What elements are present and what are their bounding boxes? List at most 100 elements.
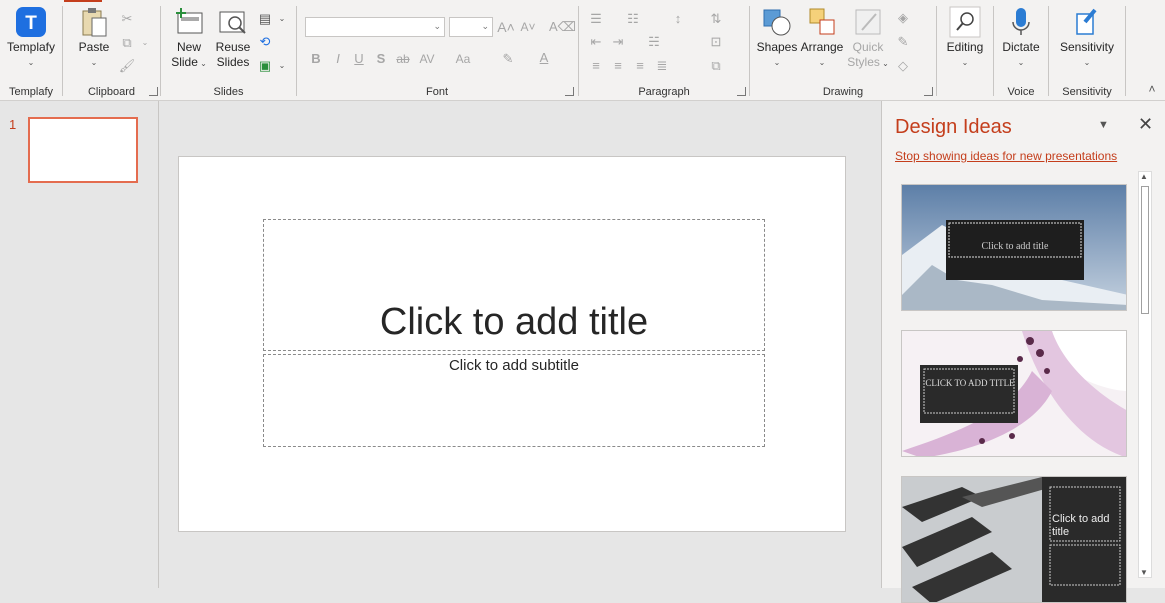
decrease-indent-icon[interactable]: ⇤ — [587, 33, 605, 51]
clipboard-launcher-icon[interactable] — [149, 87, 158, 96]
group-label-font: Font — [425, 86, 448, 98]
underline-button[interactable]: U — [350, 50, 368, 68]
increase-indent-icon[interactable]: ⇥ — [609, 33, 627, 51]
paragraph-launcher-icon[interactable] — [737, 87, 746, 96]
drawing-group: Shapes ⌄ Arrange ⌄ Quick Styles ⌄ ◈ ✎ ◇ … — [750, 0, 936, 100]
search-icon — [949, 6, 981, 38]
strikethrough-button[interactable]: ab — [394, 50, 412, 68]
paste-icon — [78, 6, 110, 38]
rowing-oars-image — [902, 477, 1126, 602]
design-idea-3[interactable]: Click to add title — [901, 476, 1127, 603]
character-spacing-button[interactable]: AV — [418, 50, 436, 68]
chevron-down-icon: ⌄ — [90, 58, 98, 67]
group-label-paragraph: Paragraph — [638, 86, 690, 98]
smartart-icon[interactable]: ⧉ — [707, 57, 725, 75]
bold-button[interactable]: B — [307, 50, 325, 68]
font-launcher-icon[interactable] — [565, 87, 574, 96]
arrange-icon — [806, 6, 838, 38]
section-icon[interactable]: ▣ — [256, 57, 274, 75]
sensitivity-button[interactable]: Sensitivity ⌄ — [1055, 6, 1119, 70]
shapes-icon — [761, 6, 793, 38]
dictate-button[interactable]: Dictate ⌄ — [998, 6, 1044, 70]
quick-styles-button[interactable]: Quick Styles ⌄ — [846, 6, 890, 71]
quick-styles-label-2: Styles ⌄ — [847, 55, 889, 69]
shape-effects-icon[interactable]: ◇ — [894, 57, 912, 75]
subtitle-placeholder[interactable]: Click to add subtitle — [263, 354, 765, 447]
ribbon: T Templafy ⌄ Templafy Paste ⌄ ✂ ⧉ ⌄ 🖌 Cl… — [0, 0, 1165, 101]
slides-group: New Slide ⌄ Reuse Slides ▤ ⌄ ⟲ ▣ ⌄ Slide… — [161, 0, 296, 100]
chevron-down-icon[interactable]: ⌄ — [273, 10, 291, 28]
quick-styles-icon — [852, 6, 884, 38]
new-slide-label-2: Slide ⌄ — [171, 55, 207, 69]
quick-styles-label-1: Quick — [852, 40, 884, 54]
scroll-down-icon[interactable]: ▼ — [1140, 568, 1148, 577]
text-direction-icon[interactable]: ⇅ — [707, 10, 725, 28]
dictate-label: Dictate — [1002, 40, 1040, 54]
design-idea-1[interactable]: Click to add title — [901, 184, 1127, 311]
editing-label: Editing — [946, 40, 984, 54]
voice-group: Dictate ⌄ Voice — [994, 0, 1048, 100]
font-name-dropdown[interactable]: ⌄ — [305, 17, 445, 37]
group-label-templafy: Templafy — [8, 86, 54, 98]
change-case-button[interactable]: Aa — [454, 50, 472, 68]
reuse-slides-icon — [217, 6, 249, 38]
scrollbar-thumb[interactable] — [1141, 186, 1149, 314]
chevron-down-icon: ⌄ — [1017, 58, 1025, 67]
justify-icon[interactable]: ≣ — [653, 57, 671, 75]
reuse-label-2: Slides — [216, 55, 250, 69]
new-slide-button[interactable]: New Slide ⌄ — [169, 6, 209, 71]
sensitivity-group: Sensitivity ⌄ Sensitivity — [1049, 0, 1125, 100]
align-center-icon[interactable]: ≡ — [609, 57, 627, 75]
bullets-icon[interactable]: ☰ — [587, 10, 605, 28]
pane-scrollbar[interactable]: ▲ ▼ — [1138, 171, 1152, 578]
reuse-slides-button[interactable]: Reuse Slides — [213, 6, 253, 70]
shape-fill-icon[interactable]: ◈ — [894, 9, 912, 27]
align-right-icon[interactable]: ≡ — [631, 57, 649, 75]
group-label-clipboard: Clipboard — [87, 86, 136, 98]
chevron-down-icon[interactable]: ⌄ — [136, 34, 154, 52]
decrease-font-icon[interactable]: A˅ — [519, 18, 537, 36]
font-color-button[interactable]: A — [535, 49, 553, 67]
layout-icon[interactable]: ▤ — [256, 10, 274, 28]
columns-icon[interactable]: ☵ — [645, 33, 663, 51]
chevron-down-icon: ⌄ — [961, 58, 969, 67]
arrange-button[interactable]: Arrange ⌄ — [800, 6, 844, 70]
chevron-down-icon[interactable]: ▼ — [1098, 119, 1109, 131]
group-label-sensitivity: Sensitivity — [1062, 86, 1112, 98]
align-left-icon[interactable]: ≡ — [587, 57, 605, 75]
arrange-label: Arrange — [800, 40, 844, 54]
paste-button[interactable]: Paste ⌄ — [73, 6, 115, 70]
stop-showing-ideas-link[interactable]: Stop showing ideas for new presentations — [895, 149, 1117, 163]
italic-button[interactable]: I — [329, 50, 347, 68]
reset-icon[interactable]: ⟲ — [256, 33, 274, 51]
idea-1-title: Click to add title — [981, 241, 1049, 252]
title-placeholder[interactable]: Click to add title — [263, 219, 765, 351]
templafy-button[interactable]: T Templafy ⌄ — [4, 6, 58, 70]
editing-button[interactable]: Editing ⌄ — [943, 6, 987, 70]
highlight-icon[interactable]: ✎ — [499, 50, 517, 68]
format-painter-icon[interactable]: 🖌 — [118, 57, 136, 75]
slide-thumbnail[interactable] — [28, 117, 138, 183]
subtitle-placeholder-text: Click to add subtitle — [448, 357, 580, 374]
sensitivity-label: Sensitivity — [1059, 40, 1115, 54]
font-size-dropdown[interactable]: ⌄ — [449, 17, 493, 37]
clipboard-group: Paste ⌄ ✂ ⧉ ⌄ 🖌 Clipboard — [63, 0, 160, 100]
cut-icon[interactable]: ✂ — [118, 10, 136, 28]
shadow-button[interactable]: S — [372, 50, 390, 68]
scroll-up-icon[interactable]: ▲ — [1140, 172, 1148, 181]
numbering-icon[interactable]: ☷ — [624, 10, 642, 28]
line-spacing-icon[interactable]: ↕ — [669, 10, 687, 28]
close-icon[interactable]: ✕ — [1138, 114, 1153, 135]
clear-formatting-icon[interactable]: A⌫ — [549, 18, 576, 36]
shapes-button[interactable]: Shapes ⌄ — [756, 6, 798, 70]
shapes-label: Shapes — [756, 40, 798, 54]
copy-icon[interactable]: ⧉ — [118, 34, 136, 52]
shape-outline-icon[interactable]: ✎ — [894, 33, 912, 51]
increase-font-icon[interactable]: A˄ — [497, 18, 515, 36]
drawing-launcher-icon[interactable] — [924, 87, 933, 96]
design-idea-2[interactable]: CLICK TO ADD TITLE — [901, 330, 1127, 457]
align-text-icon[interactable]: ⊡ — [707, 33, 725, 51]
templafy-group: T Templafy ⌄ Templafy — [0, 0, 62, 100]
collapse-ribbon-icon[interactable]: ˄ — [1143, 80, 1161, 98]
chevron-down-icon[interactable]: ⌄ — [273, 57, 291, 75]
